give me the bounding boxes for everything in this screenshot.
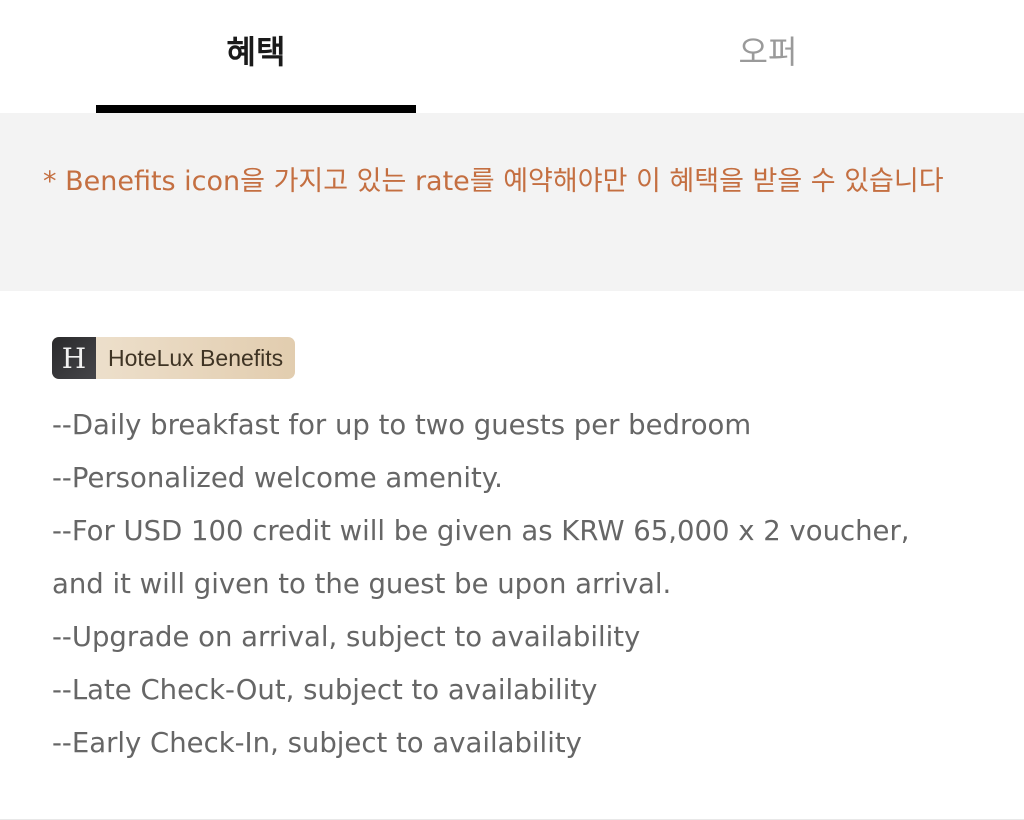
benefit-item: --Personalized welcome amenity. [52,462,503,494]
benefit-list: --Daily breakfast for up to two guests p… [52,399,984,770]
hotelux-logo-icon: H [52,337,96,379]
benefit-item: --Upgrade on arrival, subject to availab… [52,621,641,653]
tab-offers[interactable]: 오퍼 [608,0,928,113]
benefit-item: and it will given to the guest be upon a… [52,568,672,600]
active-tab-indicator [96,105,416,113]
tab-offers-label: 오퍼 [738,33,798,71]
tab-benefits-label: 혜택 [226,33,286,71]
tab-bar: 혜택 오퍼 [0,0,1024,113]
benefits-section: H HoteLux Benefits --Daily breakfast for… [0,291,1024,770]
benefit-item: --Daily breakfast for up to two guests p… [52,409,752,441]
badge-label: HoteLux Benefits [108,344,284,371]
benefit-item: --Late Check-Out, subject to availabilit… [52,674,598,706]
notice-text: * Benefits icon을 가지고 있는 rate를 예약해야만 이 혜택… [43,166,944,197]
benefits-notice: * Benefits icon을 가지고 있는 rate를 예약해야만 이 혜택… [0,113,1024,291]
hotelux-benefits-badge: H HoteLux Benefits [52,337,296,379]
benefit-item: --For USD 100 credit will be given as KR… [52,515,910,547]
benefit-item: --Early Check-In, subject to availabilit… [52,727,582,759]
tab-benefits[interactable]: 혜택 [96,0,416,113]
